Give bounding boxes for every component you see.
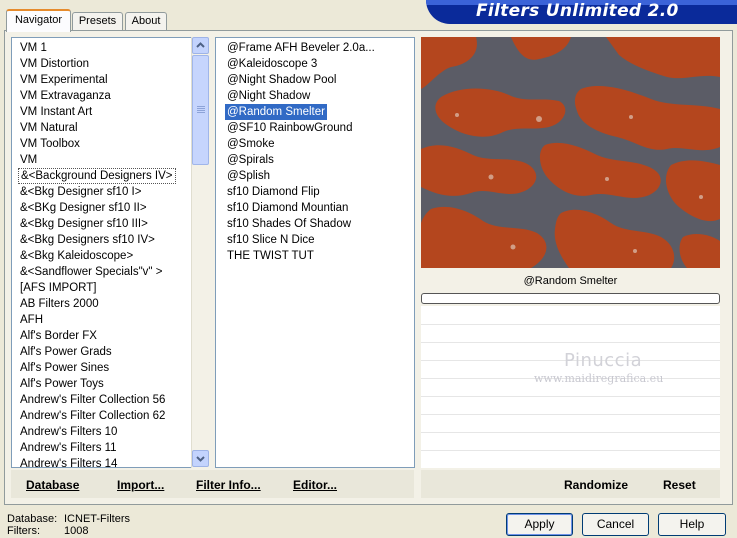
- category-item[interactable]: &<Bkg Designers sf10 IV>: [18, 232, 157, 248]
- category-item[interactable]: VM Distortion: [18, 56, 91, 72]
- category-item[interactable]: [AFS IMPORT]: [18, 280, 98, 296]
- category-item[interactable]: Andrew's Filter Collection 56: [18, 392, 167, 408]
- category-item[interactable]: Andrew's Filters 10: [18, 424, 119, 440]
- category-item[interactable]: VM 1: [18, 40, 49, 56]
- category-scrollbar[interactable]: [191, 37, 209, 468]
- filter-item[interactable]: sf10 Slice N Dice: [225, 232, 317, 248]
- filter-item[interactable]: @Spirals: [225, 152, 276, 168]
- category-item[interactable]: Alf's Power Toys: [18, 376, 106, 392]
- help-button[interactable]: Help: [658, 513, 726, 536]
- tab-about[interactable]: About: [125, 12, 167, 31]
- watermark-url: www.maidiregrafica.eu: [534, 372, 664, 385]
- chevron-down-icon: [196, 456, 205, 462]
- category-list[interactable]: VM 1 VM Distortion VM Experimental VM Extra…: [11, 37, 192, 468]
- filter-item[interactable]: sf10 Diamond Mountian: [225, 200, 350, 216]
- filter-list[interactable]: @Frame AFH Beveler 2.0a... @Kaleidoscope …: [215, 37, 415, 468]
- scroll-thumb[interactable]: [192, 55, 209, 165]
- banner-title: Filters Unlimited 2.0: [476, 1, 679, 21]
- filter-item[interactable]: sf10 Shades Of Shadow: [225, 216, 353, 232]
- chevron-up-icon: [196, 42, 205, 48]
- category-item[interactable]: Alf's Power Sines: [18, 360, 111, 376]
- category-item[interactable]: VM: [18, 152, 39, 168]
- category-item[interactable]: AFH: [18, 312, 45, 328]
- import-button[interactable]: Import...: [117, 478, 164, 492]
- filter-info-button[interactable]: Filter Info...: [196, 478, 261, 492]
- scroll-up-button[interactable]: [192, 37, 209, 54]
- filters-count-label: Filters:: [7, 525, 40, 537]
- filter-item[interactable]: @Night Shadow: [225, 88, 312, 104]
- preview-filter-name: @Random Smelter: [421, 271, 720, 291]
- filter-item[interactable]: @Kaleidoscope 3: [225, 56, 319, 72]
- category-item[interactable]: &<Bkg Designer sf10 I>: [18, 184, 143, 200]
- category-item[interactable]: VM Instant Art: [18, 104, 94, 120]
- category-item[interactable]: VM Natural: [18, 120, 80, 136]
- filters-count-value: 1008: [64, 525, 89, 537]
- category-item[interactable]: AB Filters 2000: [18, 296, 101, 312]
- category-item[interactable]: &<Bkg Designer sf10 III>: [18, 216, 150, 232]
- category-item[interactable]: &<Sandflower Specials"v" >: [18, 264, 164, 280]
- filter-item[interactable]: @Night Shadow Pool: [225, 72, 339, 88]
- cancel-button[interactable]: Cancel: [582, 513, 649, 536]
- category-item[interactable]: Andrew's Filters 11: [18, 440, 119, 456]
- category-item[interactable]: VM Toolbox: [18, 136, 82, 152]
- filter-item[interactable]: THE TWIST TUT: [225, 248, 316, 264]
- category-item[interactable]: Alf's Border FX: [18, 328, 99, 344]
- filter-item[interactable]: @Frame AFH Beveler 2.0a...: [225, 40, 377, 56]
- preview-image: [421, 37, 720, 268]
- apply-button[interactable]: Apply: [506, 513, 573, 536]
- reset-button[interactable]: Reset: [663, 478, 696, 492]
- category-item[interactable]: VM Extravaganza: [18, 88, 113, 104]
- filter-item[interactable]: @SF10 RainbowGround: [225, 120, 354, 136]
- randomize-button[interactable]: Randomize: [564, 478, 628, 492]
- editor-button[interactable]: Editor...: [293, 478, 337, 492]
- category-item[interactable]: &<Background Designers IV>: [18, 168, 176, 184]
- preview-pattern: [421, 37, 720, 268]
- tab-navigator[interactable]: Navigator: [6, 9, 71, 32]
- filter-item[interactable]: @Smoke: [225, 136, 276, 152]
- category-item[interactable]: VM Experimental: [18, 72, 110, 88]
- category-item[interactable]: Andrew's Filters 14: [18, 456, 119, 467]
- scroll-down-button[interactable]: [192, 450, 209, 467]
- watermark-name: Pinuccia: [564, 350, 643, 371]
- progress-bar: [421, 293, 720, 304]
- category-item[interactable]: &<Bkg Kaleidoscope>: [18, 248, 135, 264]
- filter-item[interactable]: @Random Smelter: [225, 104, 327, 120]
- category-item[interactable]: &<BKg Designer sf10 II>: [18, 200, 149, 216]
- category-item[interactable]: Andrew's Filter Collection 62: [18, 408, 167, 424]
- filter-item[interactable]: @Splish: [225, 168, 272, 184]
- title-banner: Filters Unlimited 2.0: [426, 0, 737, 24]
- parameter-area: [421, 306, 720, 468]
- filter-item[interactable]: sf10 Diamond Flip: [225, 184, 322, 200]
- database-button[interactable]: Database: [26, 478, 79, 492]
- tab-presets[interactable]: Presets: [72, 12, 123, 31]
- category-item[interactable]: Alf's Power Grads: [18, 344, 114, 360]
